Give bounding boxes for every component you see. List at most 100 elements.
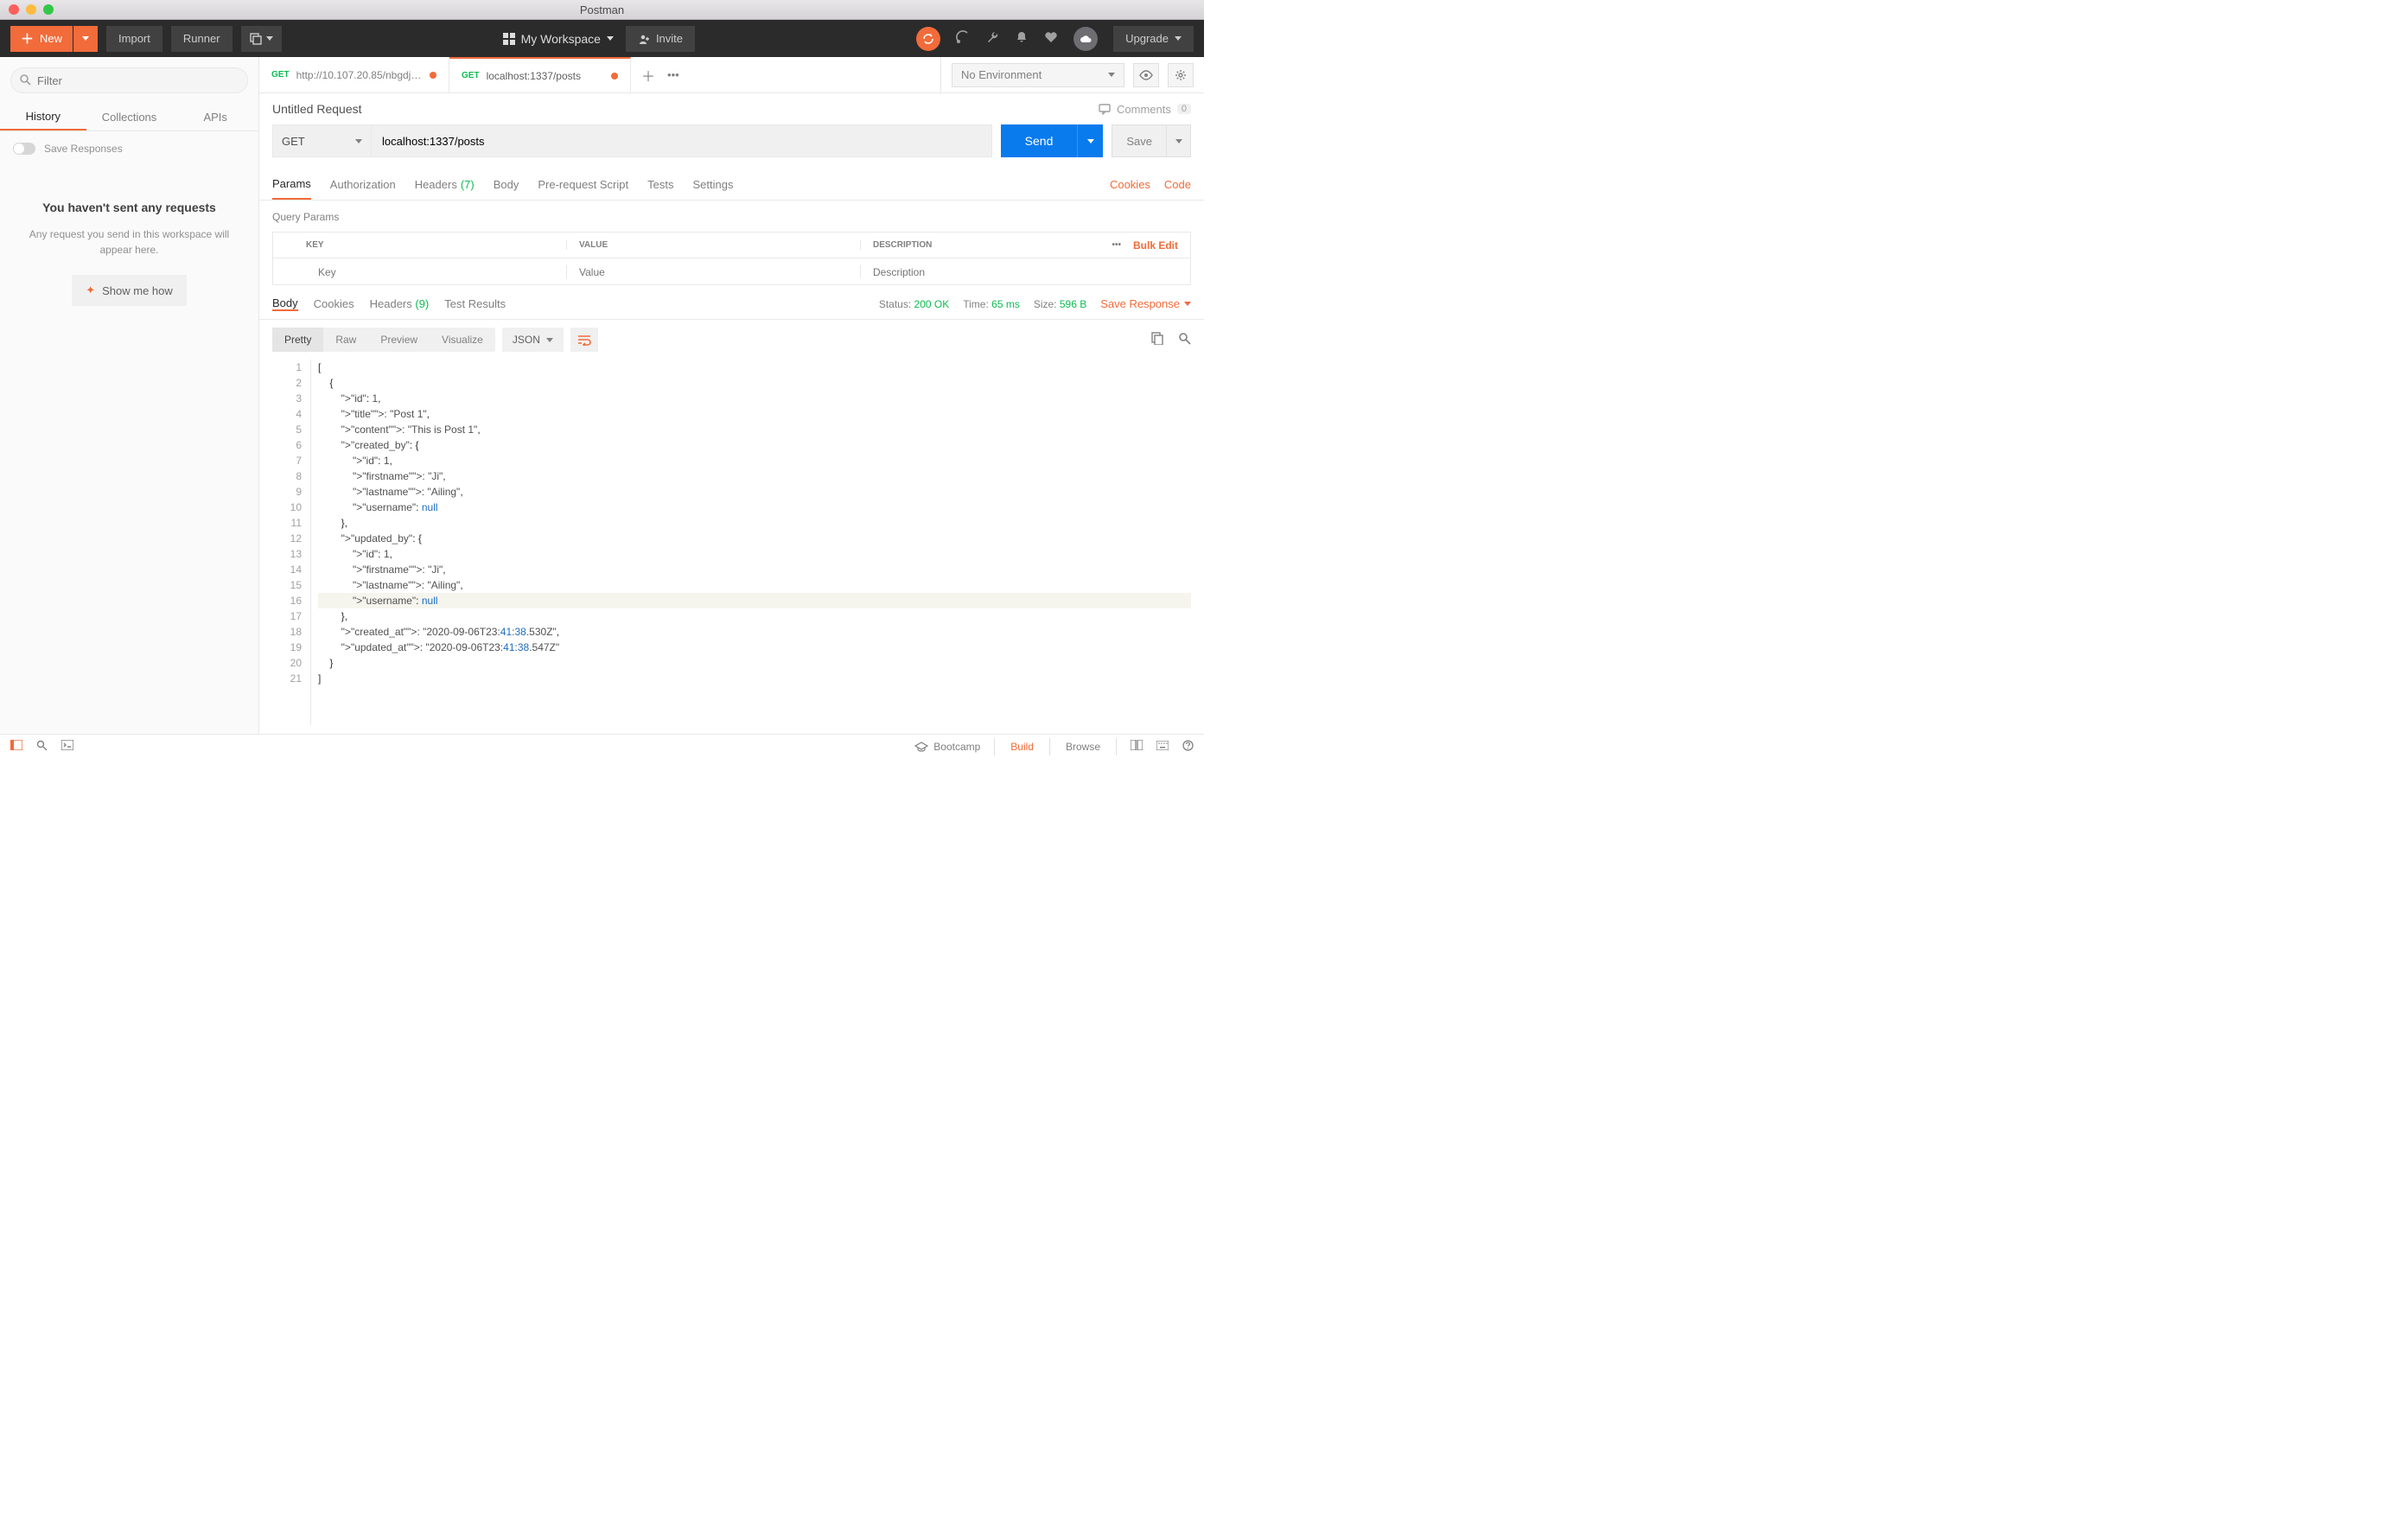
runner-button[interactable]: Runner [171,26,233,52]
qp-desc-input[interactable] [861,266,1190,278]
line-numbers: 123456789101112131415161718192021 [272,360,311,725]
response-tab-body[interactable]: Body [272,296,298,311]
manage-environments-button[interactable] [1168,63,1194,87]
request-tab-0[interactable]: GET http://10.107.20.85/nbgdjt/acco... [259,57,449,92]
bell-icon [1015,30,1029,44]
mode-browse[interactable]: Browse [1050,738,1117,755]
help-icon [1182,740,1194,751]
toggle-sidebar-button[interactable] [10,740,22,753]
chevron-down-icon [1175,139,1182,143]
new-label: New [40,32,62,45]
view-visualize[interactable]: Visualize [430,328,495,352]
response-tab-cookies[interactable]: Cookies [314,296,354,311]
url-input[interactable] [372,124,992,157]
request-title: Untitled Request [272,102,362,116]
response-tab-headers[interactable]: Headers (9) [370,296,430,311]
view-preview[interactable]: Preview [368,328,430,352]
send-dropdown[interactable] [1077,124,1103,157]
sidebar-filter[interactable] [10,67,248,93]
tab-open-icon [250,33,262,45]
wrap-icon [577,334,591,346]
dirty-dot-icon [611,73,618,80]
code-snippet[interactable]: Code [1164,178,1191,191]
save-dropdown[interactable] [1167,124,1191,157]
request-tab-prescript[interactable]: Pre-request Script [538,169,628,200]
view-raw[interactable]: Raw [323,328,368,352]
save-responses-toggle[interactable] [13,143,35,155]
search-icon [19,73,31,88]
heart-button[interactable] [1044,30,1058,47]
sidebar-icon [10,740,22,750]
chevron-down-icon [546,338,553,342]
topbar: ＋ New Import Runner My Workspace Invite [0,20,1204,57]
upgrade-button[interactable]: Upgrade [1113,26,1194,52]
satellite-icon [956,30,970,44]
invite-button[interactable]: Invite [626,26,695,52]
qp-key-header: KEY [273,240,567,250]
qp-value-input[interactable] [567,266,860,278]
manage-cookies[interactable]: Cookies [1110,178,1150,191]
sync-button[interactable] [916,27,940,51]
search-response-button[interactable] [1178,332,1191,347]
chevron-down-icon [1108,73,1115,77]
view-pretty[interactable]: Pretty [272,328,323,352]
response-body[interactable]: 123456789101112131415161718192021 [ { ">… [259,360,1204,734]
show-me-how-button[interactable]: ✦ Show me how [72,275,187,306]
capture-button[interactable] [956,30,970,47]
send-button[interactable]: Send [1001,124,1078,157]
status-value: 200 OK [914,298,950,310]
settings-button[interactable] [985,30,999,47]
search-icon [36,740,48,751]
titlebar: Postman [0,0,1204,20]
request-tab-tests[interactable]: Tests [647,169,673,200]
request-tab-settings[interactable]: Settings [692,169,733,200]
new-dropdown[interactable] [73,26,98,52]
import-button[interactable]: Import [106,26,162,52]
show-me-how-label: Show me how [102,284,173,297]
keyboard-shortcuts-button[interactable] [1156,741,1169,753]
add-tab-button[interactable]: ＋ [641,65,655,86]
comments-button[interactable]: Comments 0 [1099,103,1191,116]
sidebar-tab-apis[interactable]: APIs [172,104,258,131]
console-button[interactable] [61,740,73,753]
method-label: GET [282,135,305,148]
comment-icon [1099,103,1111,115]
request-tab-body[interactable]: Body [494,169,519,200]
sidebar-tab-history[interactable]: History [0,104,86,131]
two-pane-button[interactable] [1131,740,1143,753]
new-button[interactable]: ＋ New [10,26,73,52]
view-environment-button[interactable] [1133,63,1159,87]
window-title: Postman [0,3,1204,16]
method-selector[interactable]: GET [272,124,372,157]
help-button[interactable] [1182,740,1194,754]
request-tab-headers[interactable]: Headers(7) [415,169,475,200]
format-selector[interactable]: JSON [502,328,564,352]
tab-method: GET [271,70,290,80]
request-tab-authorization[interactable]: Authorization [330,169,396,200]
environment-selector[interactable]: No Environment [952,63,1124,87]
workspace-selector[interactable]: My Workspace [503,32,614,46]
bootcamp-button[interactable]: Bootcamp [914,741,980,753]
sidebar-tab-collections[interactable]: Collections [86,104,173,131]
tab-url: http://10.107.20.85/nbgdjt/acco... [296,69,423,81]
open-new-button[interactable] [241,26,282,52]
save-response-button[interactable]: Save Response [1100,297,1191,310]
copy-response-button[interactable] [1151,332,1164,347]
chevron-down-icon [82,36,89,41]
wrap-lines-button[interactable] [570,328,598,352]
bulk-edit-button[interactable]: Bulk Edit [1133,239,1178,252]
heart-icon [1044,30,1058,44]
comments-count: 0 [1177,104,1191,114]
account-avatar[interactable] [1073,27,1098,51]
chevron-down-icon [266,36,273,41]
qp-key-input[interactable] [306,266,566,278]
mode-build[interactable]: Build [994,738,1050,755]
qp-more-button[interactable]: ••• [1112,240,1121,250]
response-tab-testresults[interactable]: Test Results [444,296,506,311]
notifications-button[interactable] [1015,30,1029,47]
find-button[interactable] [36,740,48,754]
request-tab-params[interactable]: Params [272,169,311,200]
request-tab-1[interactable]: GET localhost:1337/posts [449,57,631,92]
save-button[interactable]: Save [1112,124,1167,157]
tab-options-button[interactable]: ••• [667,68,679,81]
